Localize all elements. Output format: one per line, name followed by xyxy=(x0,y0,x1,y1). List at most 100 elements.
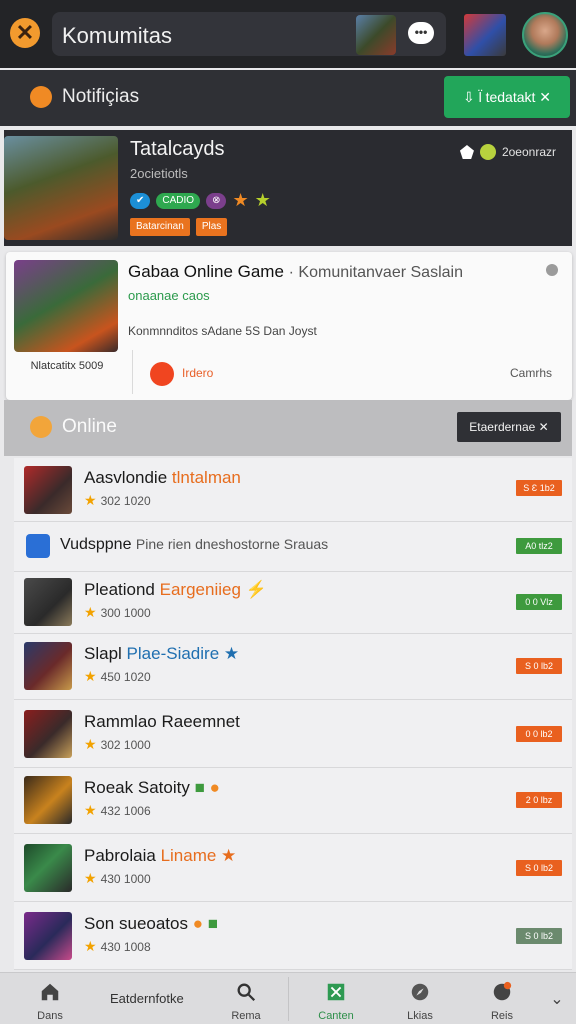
star-icon: ★ xyxy=(84,938,97,954)
shield-icon xyxy=(459,145,474,159)
coin-icon xyxy=(479,144,496,160)
game-title-main: Gabaa Online Game xyxy=(128,262,284,281)
item-rating: ★ 302 1000 xyxy=(84,736,151,752)
status-badge: 0 0 Vlz xyxy=(516,594,562,610)
bird-icon xyxy=(26,534,50,558)
game-thumbnail[interactable] xyxy=(356,15,396,55)
star-icon: ★ xyxy=(84,802,97,818)
game-thumbnail xyxy=(24,578,72,626)
item-rating: ★ 430 1000 xyxy=(84,870,151,886)
more-icon[interactable] xyxy=(546,264,558,276)
status-badge: S 0 lb2 xyxy=(516,860,562,876)
item-title: Son sueoatos ● ■ xyxy=(84,914,219,933)
notification-icon xyxy=(493,981,512,1001)
chat-bubble-icon[interactable]: ••• xyxy=(408,22,434,44)
emoji-icon: ● xyxy=(192,914,203,933)
notification-bar: Notifiçias ⇩ l̈ tedatakt ✕ xyxy=(0,70,576,126)
online-filter-button[interactable]: Etaerdernae ✕ xyxy=(457,412,561,442)
item-rating: ★ 430 1008 xyxy=(84,938,151,954)
featured-meta: 2oeonrazr xyxy=(459,144,556,160)
item-title: Rammlao Raeemnet xyxy=(84,712,240,731)
smiley-icon xyxy=(30,416,52,438)
status-badge: S 0 lb2 xyxy=(516,658,562,674)
item-rating: ★ 302 1020 xyxy=(84,492,151,508)
item-title: Roeak Satoity ■ ● xyxy=(84,778,220,797)
game-info-line: Konmnnditos sAdane 5S Dan Joyst xyxy=(128,324,317,338)
star-icon: ★ xyxy=(84,604,97,620)
star-icon: ★ xyxy=(84,492,97,508)
search-icon xyxy=(237,983,256,1002)
bottom-navigation: Dans Eatdernfotke Rema Canten Lkias Reis… xyxy=(0,972,576,1024)
item-rating: ★ 300 1000 xyxy=(84,604,151,620)
status-badge: S 0 lb2 xyxy=(516,928,562,944)
gift-icon: ■ xyxy=(194,778,205,797)
item-title: Vudsppne Pine rien dneshostorne Srauas xyxy=(60,536,329,553)
compass-icon xyxy=(411,983,429,1001)
list-item[interactable]: Pleationd Eargeniieg ⚡ ★ 300 1000 0 0 Vlz xyxy=(14,572,572,634)
game-image xyxy=(14,260,118,352)
tag[interactable]: Batarcinan xyxy=(130,218,190,236)
top-bar: ✕ Komumitas ••• xyxy=(0,0,576,68)
nav-compass[interactable]: Lkias xyxy=(402,981,438,1022)
game-card[interactable]: Nlatcatitx 5009 Gabaa Online Game · Komu… xyxy=(6,252,572,400)
game-thumbnail xyxy=(24,912,72,960)
flame-icon[interactable] xyxy=(150,362,174,386)
online-list: Aasvlondie tlntalman ★ 302 1020 S Ɛ 1b2 V… xyxy=(14,458,572,970)
list-item[interactable]: Pabrolaia Liname ★ ★ 430 1000 S 0 lb2 xyxy=(14,834,572,902)
search-field[interactable]: Komumitas ••• xyxy=(52,12,446,56)
grid-icon xyxy=(327,983,345,1001)
online-section-header: Online Etaerdernae ✕ xyxy=(4,400,572,456)
star-icon: ★ xyxy=(84,870,97,886)
game-thumbnail-secondary[interactable] xyxy=(464,14,506,56)
game-title: Gabaa Online Game · Komunitanvaer Saslai… xyxy=(128,262,463,282)
item-rating: ★ 432 1006 xyxy=(84,802,151,818)
list-item[interactable]: Aasvlondie tlntalman ★ 302 1020 S Ɛ 1b2 xyxy=(14,458,572,522)
nav-middle-label[interactable]: Eatdernfotke xyxy=(110,991,184,1006)
home-icon xyxy=(41,983,59,1001)
nav-active[interactable]: Canten xyxy=(316,981,356,1022)
featured-card[interactable]: Tatalcayds 2ocietiotls ✔ CADIO ⊗ ★ ★ Bat… xyxy=(4,130,572,246)
gift-icon: ■ xyxy=(207,914,219,933)
featured-tags: Batarcinan Plas xyxy=(130,218,228,236)
notifications-label: Notifiçias xyxy=(62,86,140,107)
item-title: Slapl Plae-Siadire ★ xyxy=(84,644,240,663)
comments-link[interactable]: Camrhs xyxy=(510,366,552,380)
game-thumbnail xyxy=(24,710,72,758)
divider xyxy=(288,977,289,1021)
item-title: Pabrolaia Liname ★ xyxy=(84,846,237,865)
game-thumbnail xyxy=(24,642,72,690)
featured-title: Tatalcayds xyxy=(130,138,225,160)
status-badge: A0 tlz2 xyxy=(516,538,562,554)
bell-icon xyxy=(30,86,52,108)
list-item[interactable]: Son sueoatos ● ■ ★ 430 1008 S 0 lb2 xyxy=(14,902,572,970)
user-avatar[interactable] xyxy=(522,12,568,58)
emoji-icon: ● xyxy=(209,778,220,797)
list-item[interactable]: Slapl Plae-Siadire ★ ★ 450 1020 S 0 lb2 xyxy=(14,634,572,700)
badge-verified: ✔ xyxy=(130,192,151,209)
badge-mode: ⊗ xyxy=(206,192,227,209)
tag[interactable]: Plas xyxy=(195,218,228,236)
chevron-down-icon[interactable]: ⌄ xyxy=(548,989,566,1009)
nav-profile[interactable]: Reis xyxy=(484,981,520,1022)
notification-action-button[interactable]: ⇩ l̈ tedatakt ✕ xyxy=(444,76,570,118)
featured-badges: ✔ CADIO ⊗ ★ ★ xyxy=(130,190,271,211)
star-icon: ★ xyxy=(254,190,271,210)
list-item[interactable]: Roeak Satoity ■ ● ★ 432 1006 2 0 lbz xyxy=(14,768,572,834)
item-title: Pleationd Eargeniieg ⚡ xyxy=(84,580,267,599)
star-icon: ★ xyxy=(232,190,249,210)
status-badge: S Ɛ 1b2 xyxy=(516,480,562,496)
game-thumbnail xyxy=(24,776,72,824)
game-action-label[interactable]: Irdero xyxy=(182,366,213,380)
game-title-suffix: · Komunitanvaer Saslain xyxy=(288,264,463,281)
list-item[interactable]: Vudsppne Pine rien dneshostorne Srauas A… xyxy=(14,522,572,572)
nav-home[interactable]: Dans xyxy=(30,981,70,1022)
badge-category: CADIO xyxy=(156,192,201,209)
status-badge: 2 0 lbz xyxy=(516,792,562,808)
featured-meta-text: 2oeonrazr xyxy=(501,145,556,159)
star-icon: ★ xyxy=(84,736,97,752)
x-logo-icon[interactable]: ✕ xyxy=(10,18,40,48)
list-item[interactable]: Rammlao Raeemnet ★ 302 1000 0 0 lb2 xyxy=(14,700,572,768)
game-image-caption: Nlatcatitx 5009 xyxy=(30,360,104,372)
nav-search[interactable]: Rema xyxy=(228,981,264,1022)
divider xyxy=(132,350,133,394)
